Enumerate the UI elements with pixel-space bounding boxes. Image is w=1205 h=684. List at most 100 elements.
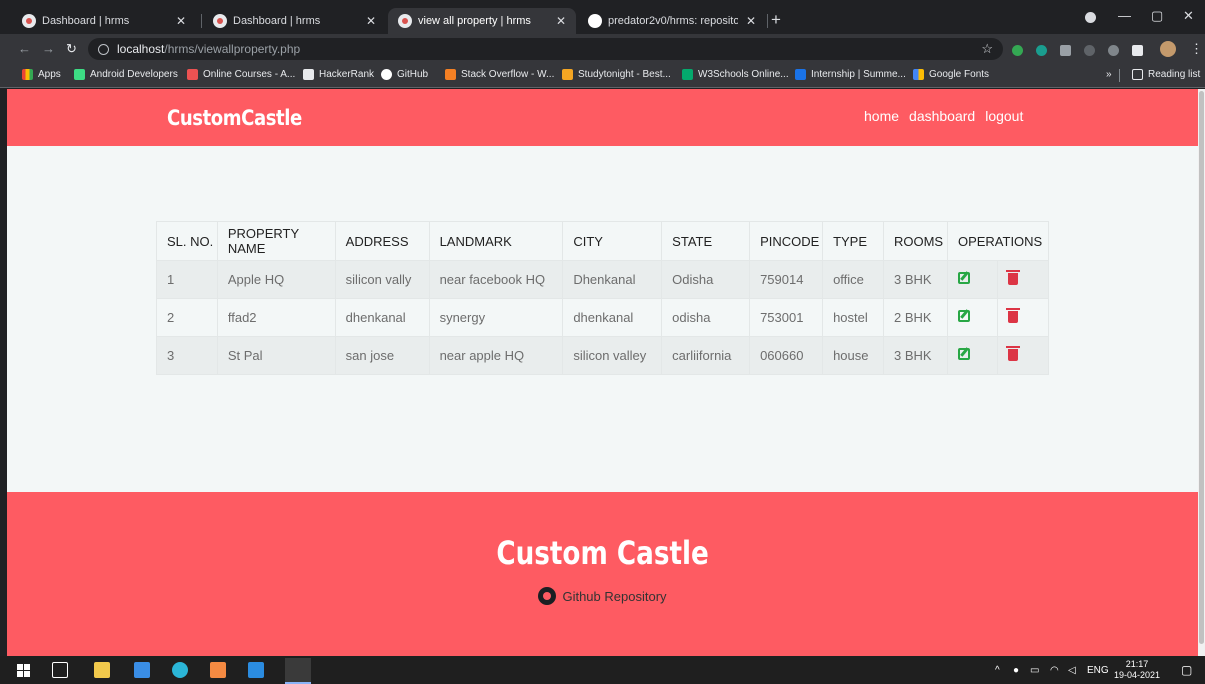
- menu-icon[interactable]: ⋮: [1190, 41, 1203, 57]
- extension-icon[interactable]: [1060, 45, 1071, 56]
- mail-icon[interactable]: [134, 662, 150, 678]
- bookmark-stack-overflow[interactable]: Stack Overflow - W...: [445, 69, 554, 80]
- edit-icon[interactable]: [957, 348, 970, 360]
- extension-icon[interactable]: [1036, 45, 1047, 56]
- bookmark-github[interactable]: GitHub: [381, 69, 428, 80]
- profile-icon[interactable]: [1085, 12, 1096, 23]
- github-favicon-icon: [588, 14, 602, 28]
- language-indicator[interactable]: ENG: [1087, 665, 1109, 676]
- col-header-sl-no: SL. NO.: [156, 221, 218, 261]
- browser-toolbar: ← → ↻ localhost /hrms/viewallproperty.ph…: [0, 34, 1205, 64]
- cell-landmark: synergy: [428, 298, 564, 337]
- cell-address: san jose: [334, 336, 430, 375]
- bookmark-hackerrank[interactable]: HackerRank: [303, 69, 374, 80]
- internshala-icon: [795, 69, 806, 80]
- android-icon: [74, 69, 85, 80]
- address-bar[interactable]: localhost /hrms/viewallproperty.php ☆: [88, 38, 1003, 60]
- tab-title: predator2v0/hrms: repository for: [608, 15, 738, 27]
- bookmark-label: Google Fonts: [929, 69, 990, 80]
- grammarly-extension-icon[interactable]: [1012, 45, 1023, 56]
- volume-icon[interactable]: ◁: [1068, 665, 1076, 676]
- wifi-icon[interactable]: ◠: [1050, 665, 1059, 676]
- bookmark-w3schools[interactable]: W3Schools Online...: [682, 69, 789, 80]
- delete-button[interactable]: [996, 298, 1050, 337]
- extension-icon[interactable]: [1084, 45, 1095, 56]
- bookmark-android-developers[interactable]: Android Developers: [74, 69, 178, 80]
- cell-sl-no: 3: [156, 336, 218, 375]
- clock-date: 19-04-2021: [1114, 670, 1161, 680]
- browser-tab-4[interactable]: predator2v0/hrms: repository for ✕: [578, 8, 766, 34]
- bookmark-star-icon[interactable]: ☆: [981, 41, 993, 57]
- battery-icon[interactable]: ▭: [1030, 665, 1039, 676]
- bookmark-studytonight[interactable]: Studytonight - Best...: [562, 69, 671, 80]
- puzzle-icon[interactable]: [1132, 45, 1143, 56]
- nav-logout-link[interactable]: logout: [985, 108, 1023, 124]
- reload-icon[interactable]: ↻: [66, 41, 77, 57]
- cell-property-name: St Pal: [216, 336, 336, 375]
- cell-address: dhenkanal: [334, 298, 430, 337]
- brand-logo[interactable]: CustomCastle: [167, 106, 302, 130]
- maximize-icon[interactable]: ▢: [1151, 8, 1163, 24]
- property-table-container: SL. NO. PROPERTY NAME ADDRESS LANDMARK C…: [156, 221, 1050, 375]
- close-icon[interactable]: ✕: [556, 14, 566, 28]
- edit-button[interactable]: [946, 298, 998, 337]
- delete-button[interactable]: [996, 336, 1050, 375]
- bookmark-online-courses[interactable]: Online Courses - A...: [187, 69, 295, 80]
- nav-dashboard-link[interactable]: dashboard: [909, 108, 975, 124]
- back-icon[interactable]: ←: [18, 41, 31, 56]
- xampp-icon[interactable]: [210, 662, 226, 678]
- file-explorer-icon[interactable]: [94, 662, 110, 678]
- task-view-icon[interactable]: [52, 662, 68, 678]
- trash-icon[interactable]: [1005, 346, 1020, 361]
- notifications-icon[interactable]: ▢: [1181, 663, 1192, 677]
- page-scrollbar[interactable]: [1198, 89, 1205, 656]
- delete-button[interactable]: [996, 260, 1050, 299]
- minimize-icon[interactable]: —: [1118, 8, 1131, 23]
- edit-icon[interactable]: [957, 272, 970, 284]
- avatar[interactable]: [1160, 41, 1176, 57]
- edit-button[interactable]: [946, 260, 998, 299]
- trash-icon[interactable]: [1005, 308, 1020, 323]
- edit-icon[interactable]: [957, 310, 970, 322]
- clock[interactable]: 21:17 19-04-2021: [1114, 659, 1160, 681]
- forward-icon[interactable]: →: [42, 41, 55, 56]
- new-tab-button[interactable]: +: [771, 10, 781, 30]
- cell-pincode: 759014: [749, 260, 824, 299]
- info-icon[interactable]: [98, 43, 109, 55]
- window-close-icon[interactable]: ✕: [1183, 8, 1194, 24]
- bookmark-internship[interactable]: Internship | Summe...: [795, 69, 906, 80]
- browser-tab-2[interactable]: Dashboard | hrms ✕: [203, 8, 386, 34]
- close-icon[interactable]: ✕: [366, 14, 376, 28]
- hrms-favicon-icon: [398, 14, 412, 28]
- trash-icon[interactable]: [1005, 270, 1020, 285]
- col-header-operations: OPERATIONS: [946, 221, 1050, 261]
- vscode-icon[interactable]: [248, 662, 264, 678]
- bookmark-apps[interactable]: Apps: [22, 69, 61, 80]
- scrollbar-thumb[interactable]: [1199, 91, 1204, 644]
- tray-chevron-icon[interactable]: ^: [995, 665, 1000, 676]
- footer-title-text: Custom Castle: [496, 534, 709, 572]
- table-row: 2 ffad2 dhenkanal synergy dhenkanal odis…: [156, 298, 1050, 337]
- hackerrank-icon: [303, 69, 314, 80]
- extension-icon[interactable]: [1108, 45, 1119, 56]
- reading-list-button[interactable]: Reading list: [1132, 69, 1200, 80]
- col-header-rooms: ROOMS: [882, 221, 948, 261]
- stack-overflow-icon: [445, 69, 456, 80]
- close-icon[interactable]: ✕: [746, 14, 756, 28]
- browser-tab-1[interactable]: Dashboard | hrms ✕: [12, 8, 196, 34]
- nav-home-link[interactable]: home: [864, 108, 899, 124]
- col-header-address: ADDRESS: [334, 221, 430, 261]
- edge-icon[interactable]: [172, 662, 188, 678]
- close-icon[interactable]: ✕: [176, 14, 186, 28]
- chrome-taskbar-icon[interactable]: [285, 658, 311, 684]
- browser-tab-3[interactable]: view all property | hrms ✕: [388, 8, 576, 34]
- github-repository-link[interactable]: Github Repository: [7, 587, 1198, 605]
- more-bookmarks-icon[interactable]: »: [1106, 69, 1112, 80]
- microphone-icon[interactable]: ●: [1013, 665, 1019, 676]
- col-header-city: CITY: [562, 221, 663, 261]
- browser-tabstrip: Dashboard | hrms ✕ Dashboard | hrms ✕ vi…: [0, 0, 1205, 34]
- bookmark-google-fonts[interactable]: Google Fonts: [913, 69, 989, 80]
- windows-start-icon[interactable]: [17, 664, 30, 677]
- edit-button[interactable]: [946, 336, 998, 375]
- bookmark-label: Stack Overflow - W...: [461, 69, 555, 80]
